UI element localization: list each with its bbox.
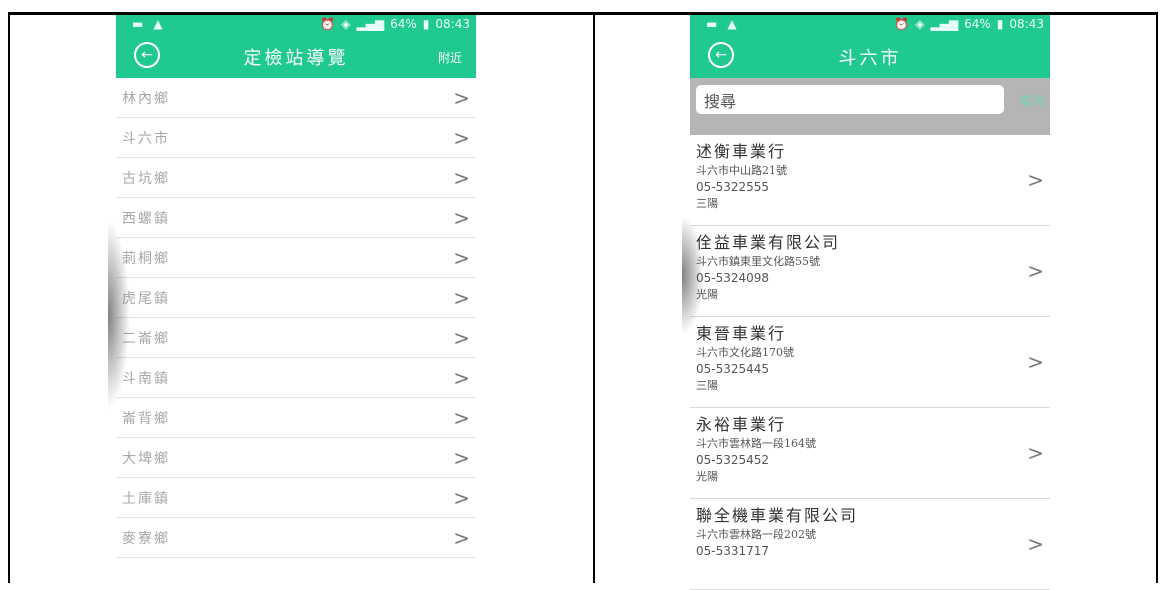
dealer-phone: 05-5324098 — [696, 271, 770, 285]
dealer-address: 斗六市鎮東里文化路55號 — [696, 255, 820, 268]
app-bar: ← 斗六市 — [690, 33, 1050, 78]
dealer-address: 斗六市雲林路一段202號 — [696, 528, 816, 541]
township-label: 大埤鄉 — [122, 450, 170, 467]
dealer-brand: 三陽 — [696, 197, 718, 210]
message-icon: ▬ — [132, 17, 144, 31]
dealer-phone: 05-5325445 — [696, 362, 770, 376]
wifi-icon: ◈ — [341, 17, 351, 31]
township-list: 林內鄉 > 斗六市 > 古坑鄉 > 西螺鎮 > 莿桐鄉 > 虎尾鎮 > 二崙鄉 > 斗南鎮 > 崙背鄉 > 大埤鄉 >… — [116, 78, 476, 558]
phone-screen-list: ▬ ▲ ⏰ ◈ ▂▄▆ 64% ▮ 08:43 ← 定檢站導覽 附近 林內鄉 > 斗… — [116, 15, 476, 583]
warning-icon: ▲ — [153, 17, 163, 31]
dealer-brand: 光陽 — [696, 288, 718, 301]
chevron-right-icon: > — [453, 325, 470, 350]
frame-divider — [593, 12, 595, 583]
dealer-brand: 光陽 — [696, 470, 718, 483]
clock: 08:43 — [1009, 17, 1044, 31]
signal-icon: ▂▄▆ — [356, 17, 385, 31]
battery-percent: 64% — [390, 17, 417, 31]
wifi-icon: ◈ — [915, 17, 925, 31]
chevron-right-icon: > — [453, 85, 470, 110]
search-input[interactable]: 搜尋 — [696, 85, 1004, 114]
chevron-right-icon: > — [1027, 259, 1044, 283]
chevron-right-icon: > — [1027, 168, 1044, 192]
list-item[interactable]: 斗六市 > — [116, 118, 476, 158]
list-item[interactable]: 二崙鄉 > — [116, 318, 476, 358]
township-label: 斗六市 — [122, 130, 170, 147]
dealer-item[interactable]: 東晉車業行斗六市文化路170號 05-5325445 三陽 > — [690, 317, 1050, 408]
clock: 08:43 — [435, 17, 470, 31]
list-item[interactable]: 斗南鎮 > — [116, 358, 476, 398]
township-label: 麥寮鄉 — [122, 530, 170, 547]
list-item[interactable]: 土庫鎮 > — [116, 478, 476, 518]
dealer-name: 聯全機車業有限公司 — [696, 506, 859, 525]
dealer-address: 斗六市中山路21號 — [696, 164, 787, 177]
dealer-name: 永裕車業行 — [696, 415, 787, 434]
cancel-button[interactable]: 取消 — [1020, 92, 1044, 109]
dealer-item[interactable]: 聯全機車業有限公司斗六市雲林路一段202號 05-5331717 > — [690, 499, 1050, 590]
alarm-icon: ⏰ — [320, 17, 336, 31]
signal-icon: ▂▄▆ — [930, 17, 959, 31]
message-icon: ▬ — [706, 17, 718, 31]
warning-icon: ▲ — [727, 17, 737, 31]
search-bar: 搜尋 取消 — [690, 78, 1050, 135]
chevron-right-icon: > — [453, 125, 470, 150]
chevron-right-icon: > — [453, 485, 470, 510]
battery-icon: ▮ — [996, 17, 1004, 31]
dealer-name: 述衡車業行 — [696, 142, 787, 161]
list-item[interactable]: 林內鄉 > — [116, 78, 476, 118]
chevron-right-icon: > — [453, 525, 470, 550]
list-item[interactable]: 虎尾鎮 > — [116, 278, 476, 318]
status-bar: ▬ ▲ ⏰ ◈ ▂▄▆ 64% ▮ 08:43 — [690, 15, 1050, 33]
chevron-right-icon: > — [1027, 532, 1044, 556]
dealer-phone: 05-5322555 — [696, 180, 770, 194]
chevron-right-icon: > — [453, 405, 470, 430]
township-label: 古坑鄉 — [122, 170, 170, 187]
chevron-right-icon: > — [453, 365, 470, 390]
battery-percent: 64% — [964, 17, 991, 31]
chevron-right-icon: > — [1027, 350, 1044, 374]
app-bar: ← 定檢站導覽 附近 — [116, 33, 476, 78]
chevron-right-icon: > — [453, 165, 470, 190]
chevron-right-icon: > — [453, 245, 470, 270]
dealer-name: 東晉車業行 — [696, 324, 787, 343]
battery-icon: ▮ — [422, 17, 430, 31]
list-item[interactable]: 西螺鎮 > — [116, 198, 476, 238]
page-curl-shadow — [682, 215, 704, 335]
dealer-address: 斗六市雲林路一段164號 — [696, 437, 816, 450]
phone-screen-detail: ▬ ▲ ⏰ ◈ ▂▄▆ 64% ▮ 08:43 ← 斗六市 搜尋 取消 述衡車業… — [690, 15, 1050, 590]
dealer-phone: 05-5325452 — [696, 453, 770, 467]
chevron-right-icon: > — [453, 445, 470, 470]
chevron-right-icon: > — [453, 285, 470, 310]
dealer-phone: 05-5331717 — [696, 544, 770, 558]
list-item[interactable]: 大埤鄉 > — [116, 438, 476, 478]
list-item[interactable]: 莿桐鄉 > — [116, 238, 476, 278]
township-label: 土庫鎮 — [122, 490, 170, 507]
list-item[interactable]: 古坑鄉 > — [116, 158, 476, 198]
page-curl-shadow — [108, 220, 130, 410]
dealer-item[interactable]: 述衡車業行斗六市中山路21號 05-5322555 三陽 > — [690, 135, 1050, 226]
list-item[interactable]: 崙背鄉 > — [116, 398, 476, 438]
list-item[interactable]: 麥寮鄉 > — [116, 518, 476, 558]
dealer-item[interactable]: 佺益車業有限公司斗六市鎮東里文化路55號 05-5324098 光陽 > — [690, 226, 1050, 317]
dealer-item[interactable]: 永裕車業行斗六市雲林路一段164號 05-5325452 光陽 > — [690, 408, 1050, 499]
chevron-right-icon: > — [1027, 441, 1044, 465]
page-title: 定檢站導覽 — [243, 48, 349, 69]
township-label: 崙背鄉 — [122, 410, 170, 427]
dealer-name: 佺益車業有限公司 — [696, 233, 841, 252]
township-label: 林內鄉 — [122, 90, 170, 107]
nearby-button[interactable]: 附近 — [438, 49, 462, 66]
dealer-list: 述衡車業行 斗六市中山路21號 05-5322555 三陽 > 佺益車業有限公司 斗六市鎮東… — [690, 135, 1050, 590]
alarm-icon: ⏰ — [894, 17, 910, 31]
page-title: 斗六市 — [838, 48, 902, 69]
dealer-address: 斗六市文化路170號 — [696, 346, 794, 359]
chevron-right-icon: > — [453, 205, 470, 230]
status-bar: ▬ ▲ ⏰ ◈ ▂▄▆ 64% ▮ 08:43 — [116, 15, 476, 33]
dealer-brand: 三陽 — [696, 379, 718, 392]
